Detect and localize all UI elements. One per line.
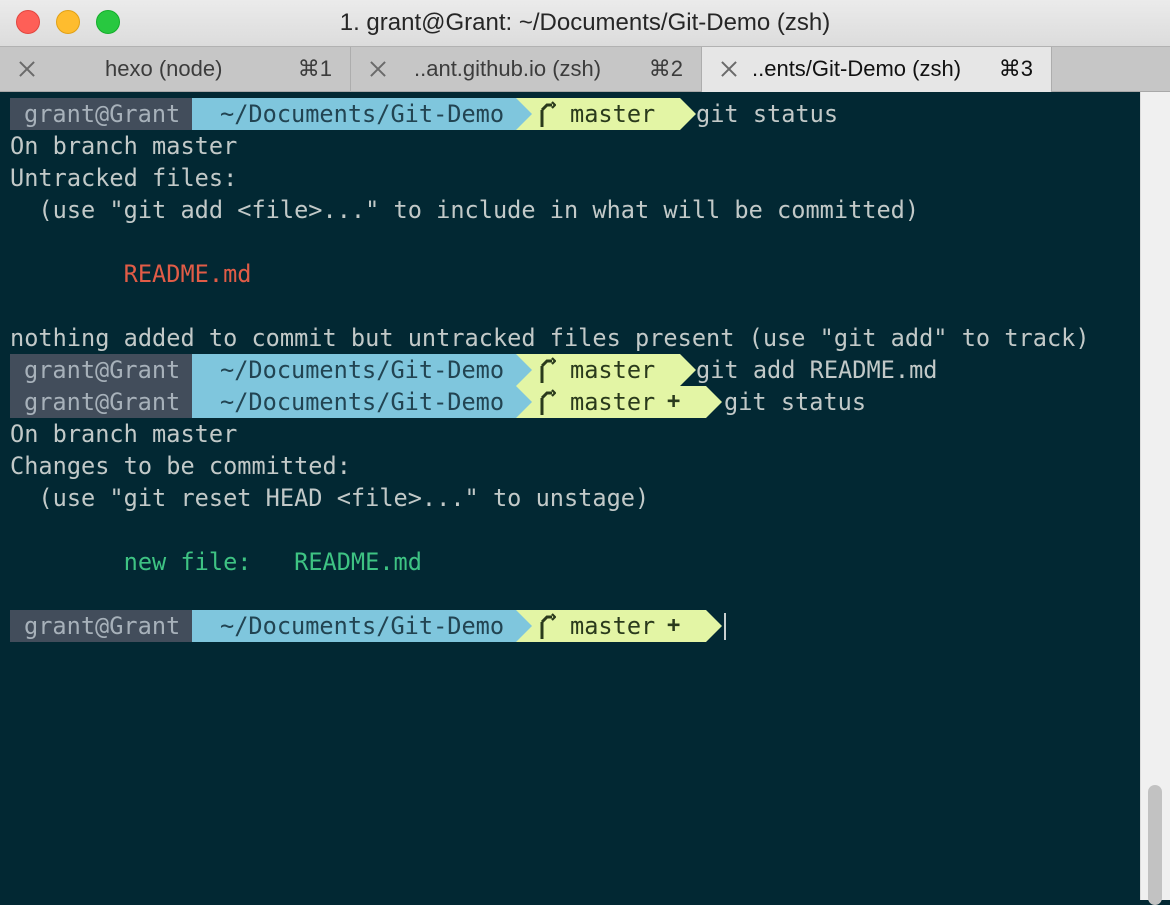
powerline-separator [680, 98, 696, 130]
output-line: Untracked files: [10, 164, 238, 192]
powerline-separator [516, 610, 532, 642]
staged-file: README.md [294, 548, 422, 576]
output-line: (use "git reset HEAD <file>..." to unsta… [10, 484, 650, 512]
prompt-user: grant@Grant [10, 354, 192, 386]
untracked-file: README.md [10, 260, 252, 288]
staged-label: new file: [10, 548, 252, 576]
git-branch-icon [540, 357, 556, 383]
prompt-user: grant@Grant [10, 610, 192, 642]
close-tab-icon[interactable] [16, 58, 38, 80]
tab-github-io[interactable]: ..ant.github.io (zsh) ⌘2 [351, 47, 702, 92]
tab-shortcut: ⌘2 [648, 56, 683, 81]
prompt-branch: master [570, 388, 656, 416]
git-branch-icon [540, 101, 556, 127]
output-line: Changes to be committed: [10, 452, 351, 480]
prompt-path: ~/Documents/Git-Demo [192, 610, 516, 642]
text-cursor[interactable] [724, 613, 726, 640]
prompt-path: ~/Documents/Git-Demo [192, 386, 516, 418]
prompt-branch: master [570, 612, 656, 640]
terminal-area[interactable]: grant@Grant ~/Documents/Git-Demo master … [0, 92, 1140, 900]
git-branch-icon [540, 613, 556, 639]
window-title: 1. grant@Grant: ~/Documents/Git-Demo (zs… [339, 9, 831, 36]
tab-shortcut: ⌘1 [297, 56, 332, 81]
powerline-separator [680, 354, 696, 386]
tab-hexo[interactable]: hexo (node) ⌘1 [0, 47, 351, 92]
command-text: git status [696, 100, 839, 128]
prompt-path: ~/Documents/Git-Demo [192, 354, 516, 386]
shell-prompt: grant@Grant ~/Documents/Git-Demo master … [10, 386, 1140, 418]
prompt-branch: master [570, 100, 656, 128]
active-shell-prompt: grant@Grant ~/Documents/Git-Demo master … [10, 610, 1140, 642]
powerline-separator [516, 386, 532, 418]
powerline-separator [706, 610, 722, 642]
dirty-indicator: + [667, 389, 681, 414]
title-bar: 1. grant@Grant: ~/Documents/Git-Demo (zs… [0, 0, 1170, 46]
close-tab-icon[interactable] [718, 58, 740, 80]
powerline-separator [516, 98, 532, 130]
output-line: nothing added to commit but untracked fi… [10, 324, 1090, 352]
staged-file-line: new file: README.md [10, 546, 422, 578]
tab-label: ..ents/Git-Demo (zsh) [752, 56, 962, 81]
tab-shortcut: ⌘3 [998, 56, 1033, 81]
scrollbar-thumb[interactable] [1148, 785, 1162, 905]
prompt-user: grant@Grant [10, 98, 192, 130]
output-line: On branch master [10, 420, 238, 448]
shell-prompt: grant@Grant ~/Documents/Git-Demo master … [10, 354, 1140, 386]
prompt-branch: master [570, 356, 656, 384]
output-line: (use "git add <file>..." to include in w… [10, 196, 920, 224]
vertical-scrollbar[interactable] [1140, 92, 1170, 905]
tab-label: ..ant.github.io (zsh) [414, 56, 602, 81]
powerline-separator [516, 354, 532, 386]
output-line: On branch master [10, 132, 238, 160]
git-branch-icon [540, 389, 556, 415]
command-text: git status [724, 388, 867, 416]
tab-git-demo[interactable]: ..ents/Git-Demo (zsh) ⌘3 [702, 47, 1052, 92]
close-tab-icon[interactable] [367, 58, 389, 80]
prompt-path: ~/Documents/Git-Demo [192, 98, 516, 130]
tab-label: hexo (node) [105, 56, 223, 81]
tab-bar: hexo (node) ⌘1 ..ant.github.io (zsh) ⌘2 … [0, 46, 1170, 92]
prompt-user: grant@Grant [10, 386, 192, 418]
command-text: git add README.md [696, 356, 938, 384]
powerline-separator [706, 386, 722, 418]
dirty-indicator: + [667, 613, 681, 638]
shell-prompt: grant@Grant ~/Documents/Git-Demo master … [10, 98, 1140, 130]
